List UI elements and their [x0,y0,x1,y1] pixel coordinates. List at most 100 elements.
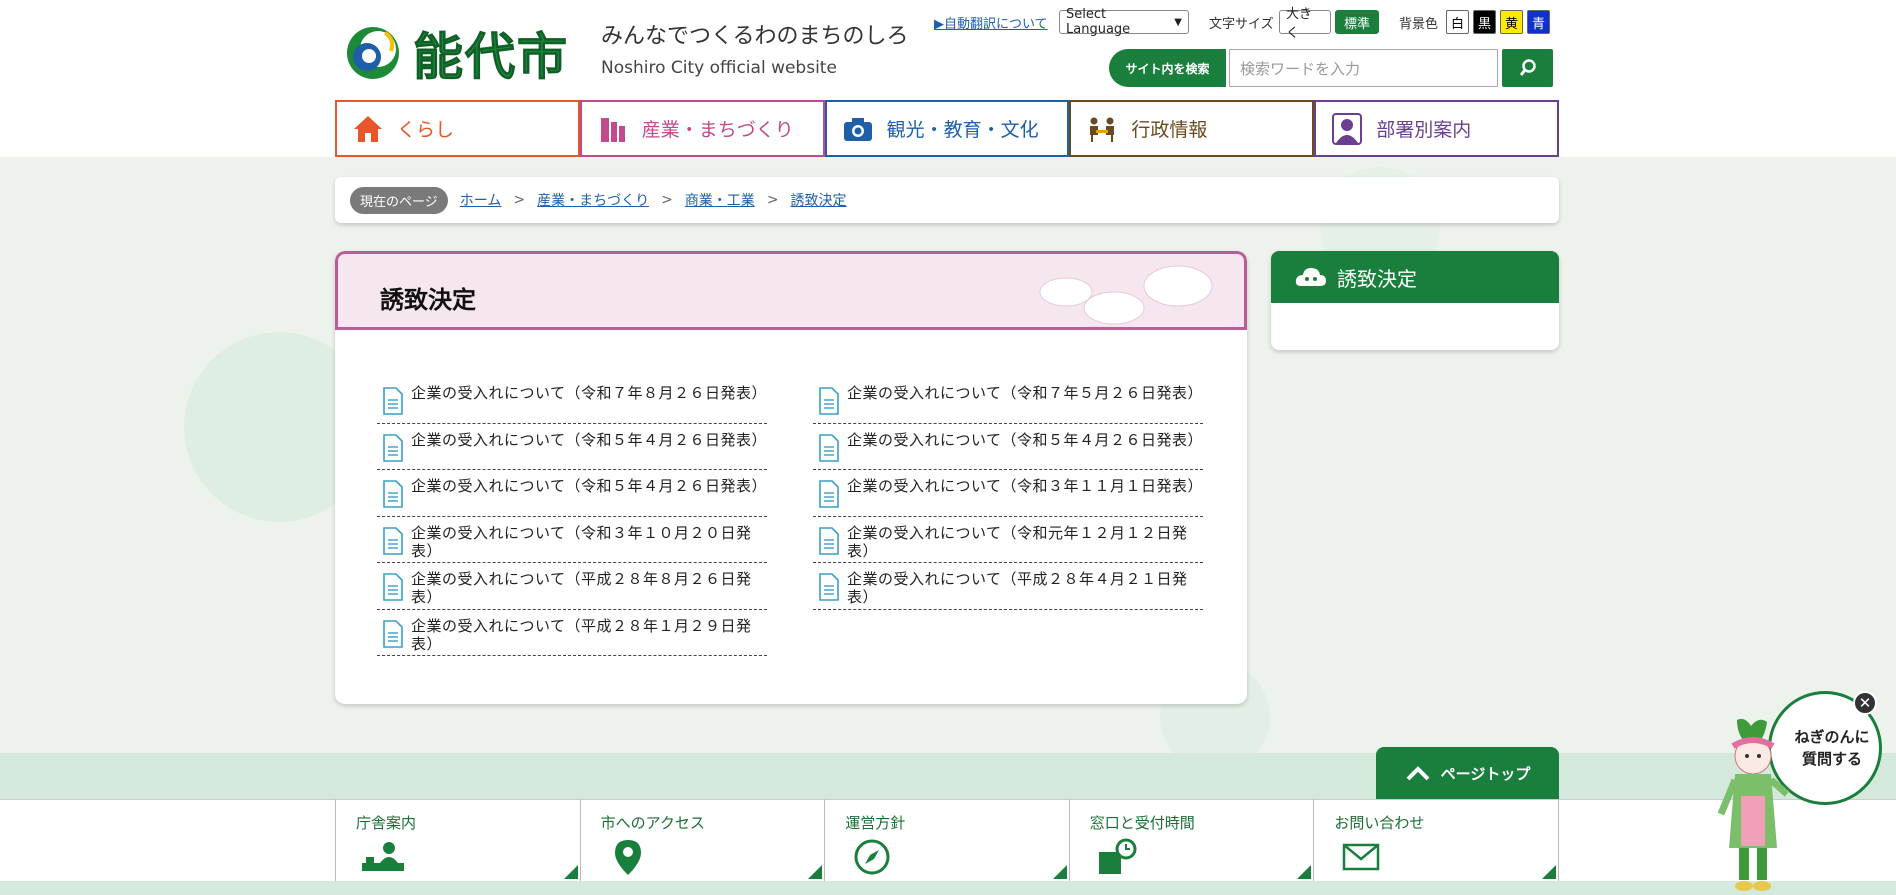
document-link[interactable]: 企業の受入れについて（令和７年８月２６日発表） [411,384,767,402]
document-icon [383,526,403,555]
document-link[interactable]: 企業の受入れについて（令和３年１０月２０日発表） [411,524,767,560]
building-icon [596,112,630,146]
person-icon [1330,112,1364,146]
font-size-normal-button[interactable]: 標準 [1335,10,1379,34]
document-icon [819,433,839,462]
gnav-gyosei[interactable]: 行政情報 [1069,100,1315,157]
font-size-label: 文字サイズ [1209,17,1274,32]
footer-nav-access[interactable]: 市へのアクセス [581,799,826,881]
gnav-busho[interactable]: 部署別案内 [1314,100,1559,157]
gnav-label: 行政情報 [1131,119,1208,141]
chatbot-label-line1: ねぎのんに [1794,728,1870,746]
footer-nav-policy[interactable]: 運営方針 [825,799,1070,881]
document-link[interactable]: 企業の受入れについて（令和５年４月２６日発表） [411,431,767,449]
document-link[interactable]: 企業の受入れについて（令和元年１２月１２日発表） [847,524,1203,560]
house-icon [351,112,385,146]
gnav-label: くらし [397,119,455,141]
auto-translate-link[interactable]: ▶自動翻訳について [934,13,1048,32]
site-search-label: サイト内を検索 [1109,49,1226,87]
gnav-label: 部署別案内 [1376,119,1472,141]
list-item[interactable]: 企業の受入れについて（令和３年１０月２０日発表） [377,517,767,563]
document-icon [383,480,403,508]
map-pin-icon [605,837,651,877]
document-list-right: 企業の受入れについて（令和７年５月２６日発表） 企業の受入れについて（令和５年４… [813,377,1203,610]
page-header: 誘致決定 [335,251,1247,330]
footer-nav-label: 窓口と受付時間 [1089,814,1195,832]
gnav-label: 産業・まちづくり [641,119,794,141]
meeting-icon [1085,112,1119,146]
camera-icon [841,112,875,146]
site-logo[interactable]: 能代市 [345,22,575,87]
document-link[interactable]: 企業の受入れについて（平成２８年８月２６日発表） [411,570,767,606]
page-top-button[interactable]: ページトップ [1376,747,1559,799]
breadcrumb-separator: > [661,192,673,208]
breadcrumb-shogyo[interactable]: 商業・工業 [685,190,755,210]
bg-black-button[interactable]: 黒 [1473,10,1496,34]
bg-color-label: 背景色 [1399,17,1439,32]
list-item[interactable]: 企業の受入れについて（平成２８年８月２６日発表） [377,563,767,610]
chatbot-close-button[interactable]: ✕ [1853,691,1877,715]
list-item[interactable]: 企業の受入れについて（令和７年５月２６日発表） [813,377,1203,424]
breadcrumb-current-label: 現在のページ [350,186,448,214]
negi-mascot-icon [1717,718,1790,891]
breadcrumb-separator: > [513,192,526,208]
search-button[interactable] [1502,49,1553,87]
mail-icon [1338,837,1384,877]
bg-yellow-button[interactable]: 黄 [1500,10,1523,34]
gnav-sangyo[interactable]: 産業・まちづくり [579,100,825,157]
chevron-down-icon: ▼ [1174,16,1182,28]
document-icon [383,433,403,462]
footer-nav-label: お問い合わせ [1334,814,1425,832]
clock-icon [1094,837,1140,877]
bg-white-button[interactable]: 白 [1446,10,1469,34]
document-link[interactable]: 企業の受入れについて（令和５年４月２６日発表） [847,431,1203,449]
document-icon [819,573,839,601]
side-menu-header[interactable]: 誘致決定 [1271,251,1559,303]
document-link[interactable]: 企業の受入れについて（令和３年１１月１日発表） [847,477,1203,495]
corner-arrow-icon [1297,865,1312,879]
breadcrumb-home[interactable]: ホーム [460,190,502,210]
breadcrumb-yuchi[interactable]: 誘致決定 [791,190,847,210]
footer-nav-label: 市へのアクセス [600,814,705,832]
language-select-value: Select Language [1066,7,1131,37]
document-link[interactable]: 企業の受入れについて（平成２８年１月２９日発表） [411,617,767,653]
document-icon [383,387,403,415]
footer-nav: 庁舎案内 市へのアクセス 運営方針 窓口と受付時間 お問い合わせ [335,799,1559,881]
global-nav: くらし 産業・まちづくり 観光・教育・文化 行政情報 部署別案内 [335,100,1559,157]
list-item[interactable]: 企業の受入れについて（令和５年４月２６日発表） [377,470,767,517]
footer-band [0,753,1896,799]
document-link[interactable]: 企業の受入れについて（令和５年４月２６日発表） [411,477,767,495]
list-item[interactable]: 企業の受入れについて（令和３年１１月１日発表） [813,470,1203,517]
list-item[interactable]: 企業の受入れについて（平成２８年４月２１日発表） [813,563,1203,610]
gnav-kanko[interactable]: 観光・教育・文化 [824,100,1070,157]
font-size-large-button[interactable]: 大きく [1279,7,1331,41]
breadcrumb-sangyo[interactable]: 産業・まちづくり [537,190,649,210]
compass-icon [849,837,895,877]
gnav-kurashi[interactable]: くらし [335,100,580,157]
footer-nav-contact[interactable]: お問い合わせ [1314,799,1559,881]
content-card: 誘致決定 企業の受入れについて（令和７年８月２６日発表） 企業の受入れについて（… [335,251,1247,704]
document-link[interactable]: 企業の受入れについて（平成２８年４月２１日発表） [847,570,1203,606]
document-icon [383,619,403,648]
site-header: 能代市 みんなでつくるわのまちのしろ Noshiro City official… [0,0,1896,157]
chevron-up-icon [1406,766,1430,781]
corner-arrow-icon [1052,865,1067,879]
search-input[interactable]: 検索ワードを入力 [1229,49,1498,87]
tagline-english: Noshiro City official website [601,58,837,78]
page-top-label: ページトップ [1440,764,1531,783]
document-link[interactable]: 企業の受入れについて（令和７年５月２６日発表） [847,384,1203,402]
list-item[interactable]: 企業の受入れについて（令和５年４月２６日発表） [377,424,767,470]
list-item[interactable]: 企業の受入れについて（平成２８年１月２９日発表） [377,610,767,656]
language-select[interactable]: Select Language ▼ [1059,7,1189,37]
bg-blue-button[interactable]: 青 [1527,10,1550,34]
footer-nav-hours[interactable]: 窓口と受付時間 [1070,799,1315,881]
footer-nav-label: 庁舎案内 [356,814,417,832]
list-item[interactable]: 企業の受入れについて（令和元年１２月１２日発表） [813,517,1203,563]
tagline-japanese: みんなでつくるわのまちのしろ [601,24,909,49]
document-icon [819,387,839,415]
list-item[interactable]: 企業の受入れについて（令和５年４月２６日発表） [813,424,1203,470]
corner-arrow-icon [1541,865,1556,879]
footer-bottom-band [0,881,1896,895]
footer-nav-chosha[interactable]: 庁舎案内 [336,799,581,881]
list-item[interactable]: 企業の受入れについて（令和７年８月２６日発表） [377,377,767,424]
